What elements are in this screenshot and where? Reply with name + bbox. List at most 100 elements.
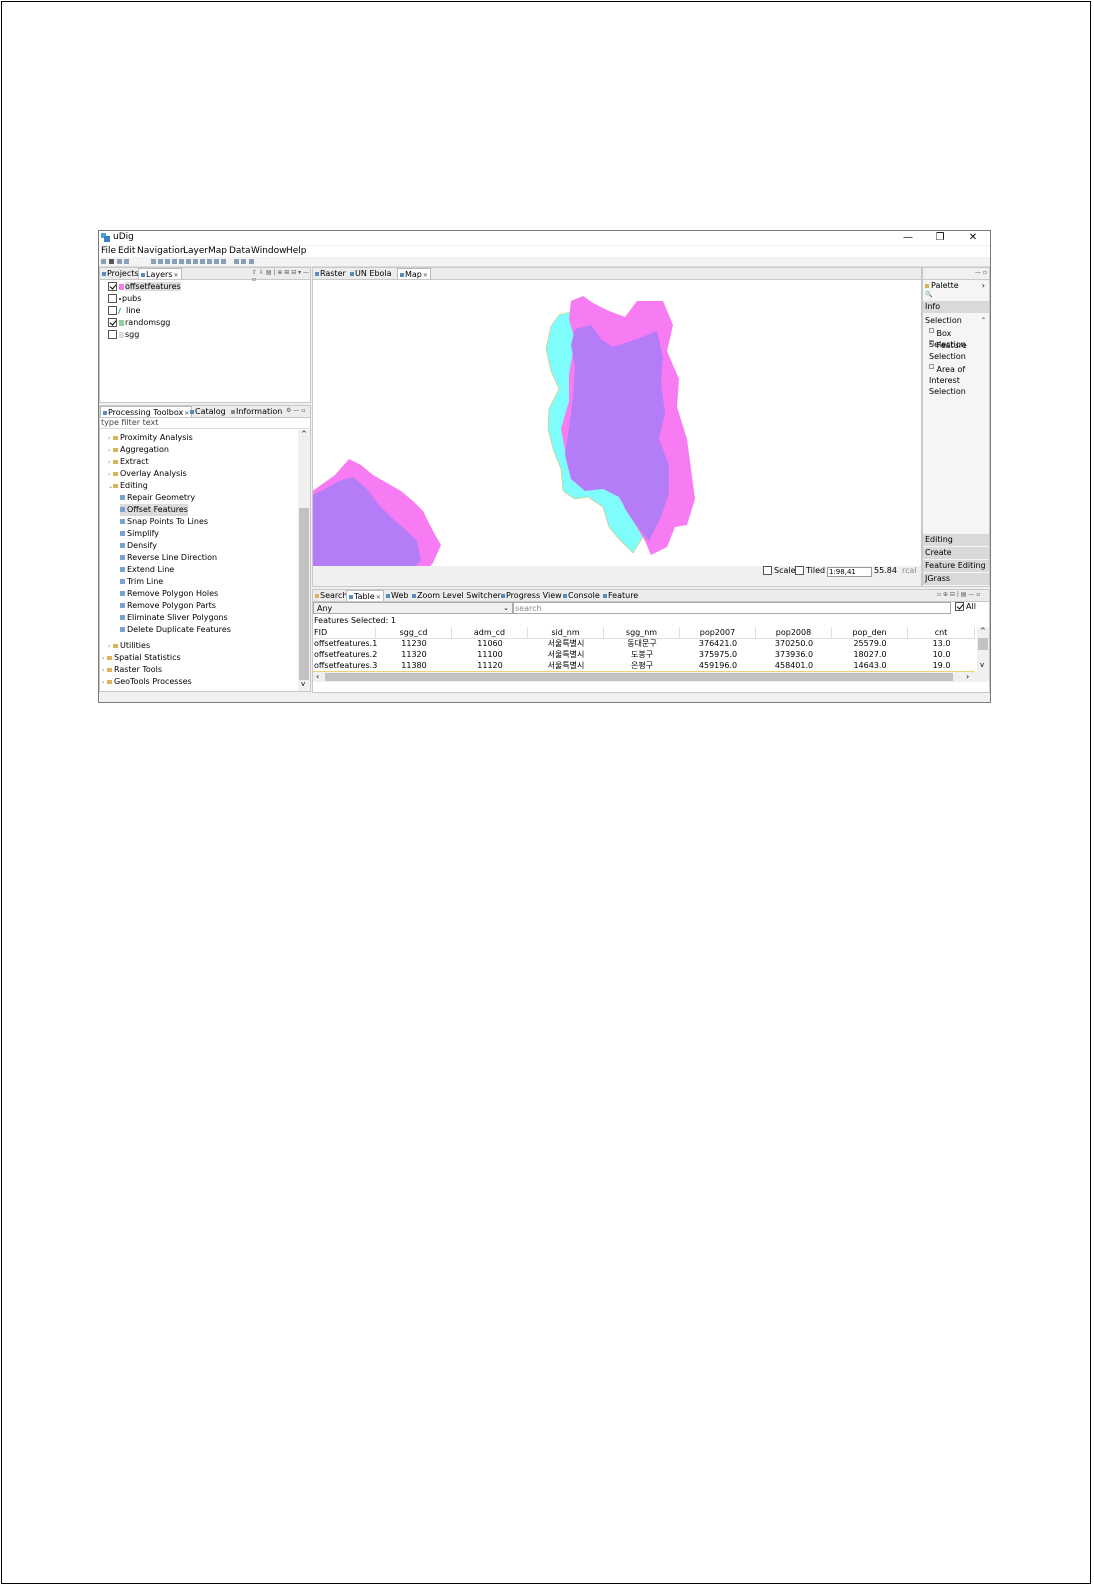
view-menu-icons[interactable]: ⚙ — ▫: [286, 407, 305, 414]
dropdown-arrow-icon[interactable]: [109, 259, 114, 264]
layer-pubs[interactable]: pubs: [108, 293, 141, 304]
tool-remove-parts[interactable]: Remove Polygon Parts: [120, 600, 216, 612]
col-adm-cd[interactable]: adm_cd: [452, 627, 528, 638]
back-icon[interactable]: [207, 259, 212, 264]
col-pop-den[interactable]: pop_den: [832, 627, 908, 638]
col-sgg-nm[interactable]: sgg_nm: [604, 627, 680, 638]
tool-snap-points[interactable]: Snap Points To Lines: [120, 516, 208, 528]
new-icon[interactable]: [101, 259, 106, 264]
crs-readout[interactable]: 55.84: [874, 566, 897, 575]
chevron-down-icon[interactable]: ⌄: [503, 603, 509, 614]
tool-remove-holes[interactable]: Remove Polygon Holes: [120, 588, 218, 600]
tab-map[interactable]: Map✕: [397, 268, 431, 279]
zoom-extent-icon[interactable]: [172, 259, 177, 264]
tool-extend-line[interactable]: Extend Line: [120, 564, 174, 576]
scale-checkbox-box[interactable]: [763, 566, 772, 575]
palette-group-create[interactable]: Create: [923, 547, 989, 559]
tab-projects[interactable]: Projects: [100, 268, 141, 279]
tree-group-aggregation[interactable]: › Aggregation: [108, 444, 169, 456]
tab-console[interactable]: Console: [561, 590, 602, 601]
tab-zoom-level-switcher[interactable]: Zoom Level Switcher: [410, 590, 503, 601]
tool-trim-line[interactable]: Trim Line: [120, 576, 163, 588]
palette-group-editing[interactable]: Editing: [923, 534, 989, 546]
pan-icon[interactable]: [151, 259, 156, 264]
settings-tool-icon[interactable]: [249, 259, 254, 264]
scale-checkbox[interactable]: Scale: [763, 566, 796, 575]
measure-icon[interactable]: [200, 259, 205, 264]
col-cnt[interactable]: cnt: [908, 627, 975, 638]
collapse-icon[interactable]: ⌃: [981, 315, 986, 327]
col-sgg-cd[interactable]: sgg_cd: [376, 627, 452, 638]
menu-map[interactable]: Map: [208, 246, 227, 257]
tree-group-utilities[interactable]: › Utilities: [108, 640, 150, 652]
table-row[interactable]: offsetfeatures.1 11230 11060 서울특별시 동대문구 …: [313, 638, 975, 649]
tool-repair-geometry[interactable]: Repair Geometry: [120, 492, 195, 504]
palette-group-info[interactable]: Info: [923, 301, 989, 313]
menu-file[interactable]: File: [101, 246, 116, 257]
layer-sgg[interactable]: sgg: [108, 329, 139, 340]
col-sid-nm[interactable]: sid_nm: [528, 627, 604, 638]
tiled-checkbox[interactable]: Tiled: [795, 566, 825, 575]
tab-processing-toolbox[interactable]: Processing Toolbox✕: [100, 406, 193, 417]
tool-delete-duplicate[interactable]: Delete Duplicate Features: [120, 624, 231, 636]
toolbox-scroll-thumb[interactable]: [299, 508, 309, 680]
tree-group-raster-tools[interactable]: › Raster Tools: [102, 664, 162, 676]
tiled-checkbox-box[interactable]: [795, 566, 804, 575]
tab-search[interactable]: Search: [313, 590, 349, 601]
palette-feature-selection[interactable]: Feature Selection: [929, 340, 987, 362]
info-tool-icon[interactable]: [193, 259, 198, 264]
layer-randomsgg[interactable]: randomsgg: [108, 317, 170, 328]
table-hscrollbar[interactable]: ‹ ›: [313, 672, 989, 682]
select-icon[interactable]: [186, 259, 191, 264]
tab-table[interactable]: Table✕: [346, 590, 384, 601]
table-hscroll-thumb[interactable]: [325, 673, 953, 681]
layer-checkbox-pubs[interactable]: [108, 294, 117, 303]
tree-group-editing[interactable]: ⌄ Editing: [108, 480, 148, 492]
tool-eliminate-sliver[interactable]: Eliminate Sliver Polygons: [120, 612, 228, 624]
tab-layers[interactable]: Layers✕: [138, 268, 182, 279]
tab-catalog[interactable]: Catalog: [188, 406, 228, 417]
map-canvas[interactable]: [313, 279, 921, 577]
col-fid[interactable]: FID: [314, 627, 376, 638]
menu-data[interactable]: Data: [229, 246, 251, 257]
tool-offset-features[interactable]: Offset Features: [120, 504, 188, 516]
maximize-button[interactable]: ❐: [928, 231, 952, 245]
scroll-down-icon[interactable]: v: [301, 680, 305, 688]
palette-search-icon[interactable]: 🔍: [923, 291, 989, 299]
tab-web[interactable]: Web: [384, 590, 410, 601]
palette-aoi-selection[interactable]: Area of Interest Selection: [929, 364, 987, 397]
tab-progress-view[interactable]: Progress View: [499, 590, 564, 601]
tool-reverse-line[interactable]: Reverse Line Direction: [120, 552, 217, 564]
layers-tool-icon[interactable]: [241, 259, 246, 264]
palette-group-selection[interactable]: Selection ⌃: [923, 315, 989, 327]
col-pop2007[interactable]: pop2007: [680, 627, 756, 638]
tree-group-geotools[interactable]: › GeoTools Processes: [102, 676, 192, 688]
refresh-icon[interactable]: [179, 259, 184, 264]
tab-information[interactable]: Information: [229, 406, 284, 417]
view-toolbar-icons[interactable]: ⇧ ⇩ ▤ | ⊕ ⊞ ⊟ ▾ — ▫: [252, 269, 310, 283]
scroll-left-icon[interactable]: ‹: [316, 672, 319, 682]
toolbox-filter-input[interactable]: type filter text: [100, 417, 310, 429]
close-icon[interactable]: ✕: [423, 272, 428, 279]
layer-checkbox-sgg[interactable]: [108, 330, 117, 339]
attribute-filter-select[interactable]: Any ⌄: [313, 602, 513, 614]
tree-group-extract[interactable]: › Extract: [108, 456, 149, 468]
forward-icon[interactable]: [214, 259, 219, 264]
table-vscroll-thumb[interactable]: [978, 638, 988, 650]
tool-simplify[interactable]: Simplify: [120, 528, 159, 540]
save-icon[interactable]: [117, 259, 122, 264]
tab-raster[interactable]: Raster: [313, 268, 348, 279]
table-row[interactable]: offsetfeatures.3 11380 11120 서울특별시 은평구 4…: [313, 660, 975, 672]
toolbox-scrollbar[interactable]: ^ v: [298, 430, 310, 691]
layer-checkbox-offsetfeatures[interactable]: [108, 282, 117, 291]
menu-navigation[interactable]: Navigation: [137, 246, 186, 257]
close-icon[interactable]: ✕: [376, 594, 381, 601]
palette-group-feature-editing[interactable]: Feature Editing: [923, 560, 989, 572]
save-all-icon[interactable]: [124, 259, 129, 264]
scale-input[interactable]: 1:98,41: [827, 567, 872, 577]
tab-un-ebola[interactable]: UN Ebola: [348, 268, 394, 279]
all-checkbox[interactable]: All: [955, 602, 976, 611]
add-icon[interactable]: [221, 259, 226, 264]
close-button[interactable]: ✕: [961, 231, 985, 245]
layer-offsetfeatures[interactable]: offsetfeatures: [108, 281, 181, 292]
